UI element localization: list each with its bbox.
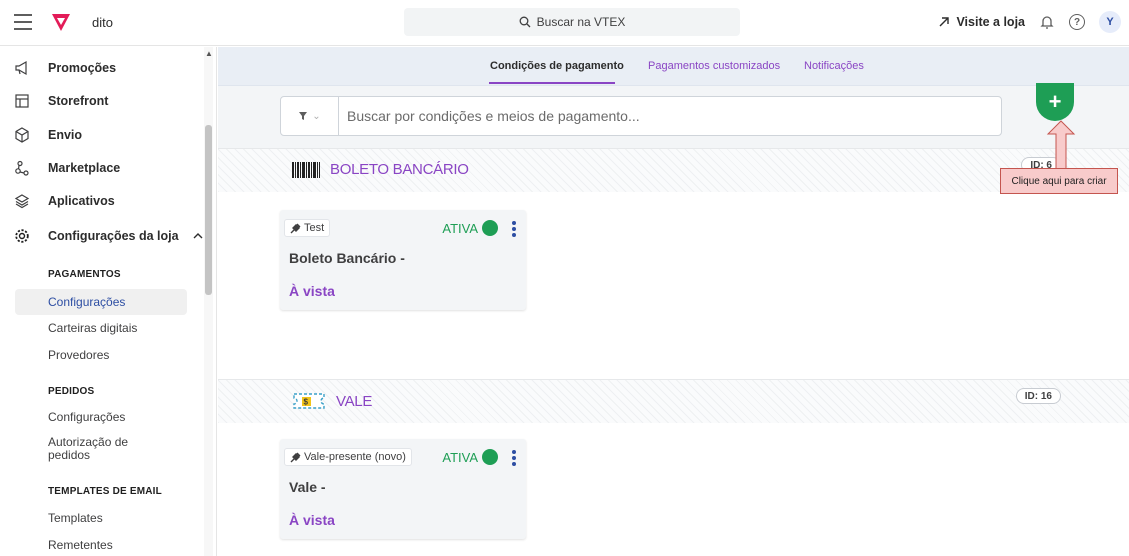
group-title-pagamentos: PAGAMENTOS [48, 269, 121, 280]
section-title-label: BOLETO BANCÁRIO [330, 161, 469, 178]
status-badge: ATIVA [442, 449, 498, 465]
sidebar-item-envio[interactable]: Envio [14, 125, 82, 145]
connector-tag: Vale-presente (novo) [284, 448, 412, 466]
sidebar-item-label: Envio [48, 128, 83, 142]
payment-search-field[interactable]: ⌄ Buscar por condições e meios de pagame… [280, 96, 1002, 136]
filter-bar: ⌄ Buscar por condições e meios de pagame… [218, 86, 1129, 148]
payment-card[interactable]: Vale-presente (novo) ATIVA Vale - À vist… [280, 439, 526, 539]
help-icon[interactable]: ? [1069, 14, 1085, 30]
box-icon [14, 127, 30, 143]
sidebar-item-label: Aplicativos [48, 194, 115, 208]
tabs-bar: Condições de pagamento Pagamentos custom… [218, 47, 1129, 86]
sidebar-scrollbar[interactable] [204, 47, 213, 556]
create-hint-tooltip: Clique aqui para criar [1000, 168, 1118, 194]
active-tab-indicator [489, 82, 615, 84]
group-title-templates: TEMPLATES DE EMAIL [48, 486, 162, 497]
sub-item-remetentes[interactable]: Remetentes [48, 538, 113, 552]
more-options-icon[interactable] [512, 450, 516, 466]
sidebar-item-configuracoes-loja[interactable]: Configurações da loja [14, 226, 203, 246]
main-content: Condições de pagamento Pagamentos custom… [218, 47, 1129, 556]
sidebar-item-label: Marketplace [48, 161, 121, 175]
sidebar-scroll-thumb[interactable] [205, 125, 212, 295]
global-search-placeholder: Buscar na VTEX [536, 15, 626, 29]
sub-item-carteiras-digitais[interactable]: Carteiras digitais [48, 321, 137, 335]
sidebar-item-aplicativos[interactable]: Aplicativos [14, 191, 115, 211]
payment-card[interactable]: Test ATIVA Boleto Bancário - À vista [280, 210, 526, 310]
card-condition: À vista [289, 283, 335, 299]
sidebar-item-label: Storefront [48, 94, 109, 108]
menu-icon[interactable] [14, 14, 32, 30]
search-icon [519, 16, 531, 28]
gear-icon [14, 228, 30, 244]
connector-tag-label: Vale-presente (novo) [304, 451, 406, 463]
tab-notificacoes[interactable]: Notificações [804, 60, 864, 72]
tab-pagamentos-customizados[interactable]: Pagamentos customizados [648, 60, 780, 72]
bell-icon[interactable] [1039, 14, 1055, 30]
visit-store-link[interactable]: Visite a loja [938, 15, 1025, 29]
status-dot [482, 449, 498, 465]
add-payment-condition-button[interactable]: + [1036, 83, 1074, 121]
visit-store-label: Visite a loja [956, 15, 1025, 29]
status-badge: ATIVA [442, 220, 498, 236]
section-title-label: VALE [336, 392, 373, 410]
sub-item-provedores[interactable]: Provedores [48, 348, 109, 362]
sub-item-autorizacao-pedidos[interactable]: Autorização de pedidos [48, 436, 158, 462]
sub-item-configuracoes-pagamentos[interactable]: Configurações [15, 289, 187, 315]
plug-icon [290, 452, 301, 462]
section-vale: $ VALE ID: 16 [218, 379, 1129, 423]
plug-icon [290, 223, 301, 233]
payment-search-placeholder: Buscar por condições e meios de pagament… [347, 108, 640, 124]
global-search[interactable]: Buscar na VTEX [404, 8, 740, 36]
arrow-up-right-icon [939, 17, 950, 27]
funnel-icon [299, 112, 308, 120]
sub-item-templates[interactable]: Templates [48, 511, 103, 525]
filter-dropdown[interactable]: ⌄ [281, 97, 339, 135]
status-dot [482, 220, 498, 236]
connector-tag: Test [284, 219, 331, 237]
scroll-up-icon[interactable]: ▲ [205, 49, 213, 58]
layout-icon [14, 93, 30, 109]
avatar[interactable]: Y [1099, 11, 1121, 33]
card-condition: À vista [289, 512, 335, 528]
status-label: ATIVA [442, 449, 478, 465]
card-name: Boleto Bancário - [289, 250, 405, 266]
section-title: BOLETO BANCÁRIO [292, 161, 469, 178]
share-icon [14, 160, 30, 176]
sidebar-item-label: Promoções [48, 61, 117, 75]
voucher-icon: $ [293, 393, 325, 409]
tab-condicoes-pagamento[interactable]: Condições de pagamento [490, 60, 624, 72]
group-title-pedidos: PEDIDOS [48, 386, 95, 397]
layers-icon [14, 193, 30, 209]
sidebar-item-promocoes[interactable]: Promoções [14, 58, 116, 78]
tooltip-arrow-icon [1046, 120, 1076, 170]
section-title: $ VALE [292, 392, 372, 410]
more-options-icon[interactable] [512, 221, 516, 237]
section-boleto: BOLETO BANCÁRIO ID: 6 [218, 148, 1129, 192]
card-name: Vale - [289, 479, 326, 495]
sidebar-item-marketplace[interactable]: Marketplace [14, 158, 120, 178]
status-label: ATIVA [442, 220, 478, 236]
vtex-logo[interactable] [50, 11, 72, 33]
sub-item-configuracoes-pedidos[interactable]: Configurações [48, 410, 125, 424]
connector-tag-label: Test [304, 222, 325, 234]
chevron-up-icon[interactable] [193, 231, 203, 241]
sidebar-item-label: Configurações da loja [48, 229, 179, 243]
sidebar-item-storefront[interactable]: Storefront [14, 91, 108, 111]
id-badge: ID: 16 [1015, 388, 1061, 404]
store-name: dito [92, 15, 113, 30]
megaphone-icon [14, 60, 30, 76]
sidebar: Promoções Storefront Envio Marketplace A… [0, 47, 217, 556]
chevron-down-icon: ⌄ [312, 110, 321, 122]
barcode-icon [292, 161, 320, 178]
top-bar: dito Buscar na VTEX Visite a loja ? Y [0, 0, 1129, 46]
